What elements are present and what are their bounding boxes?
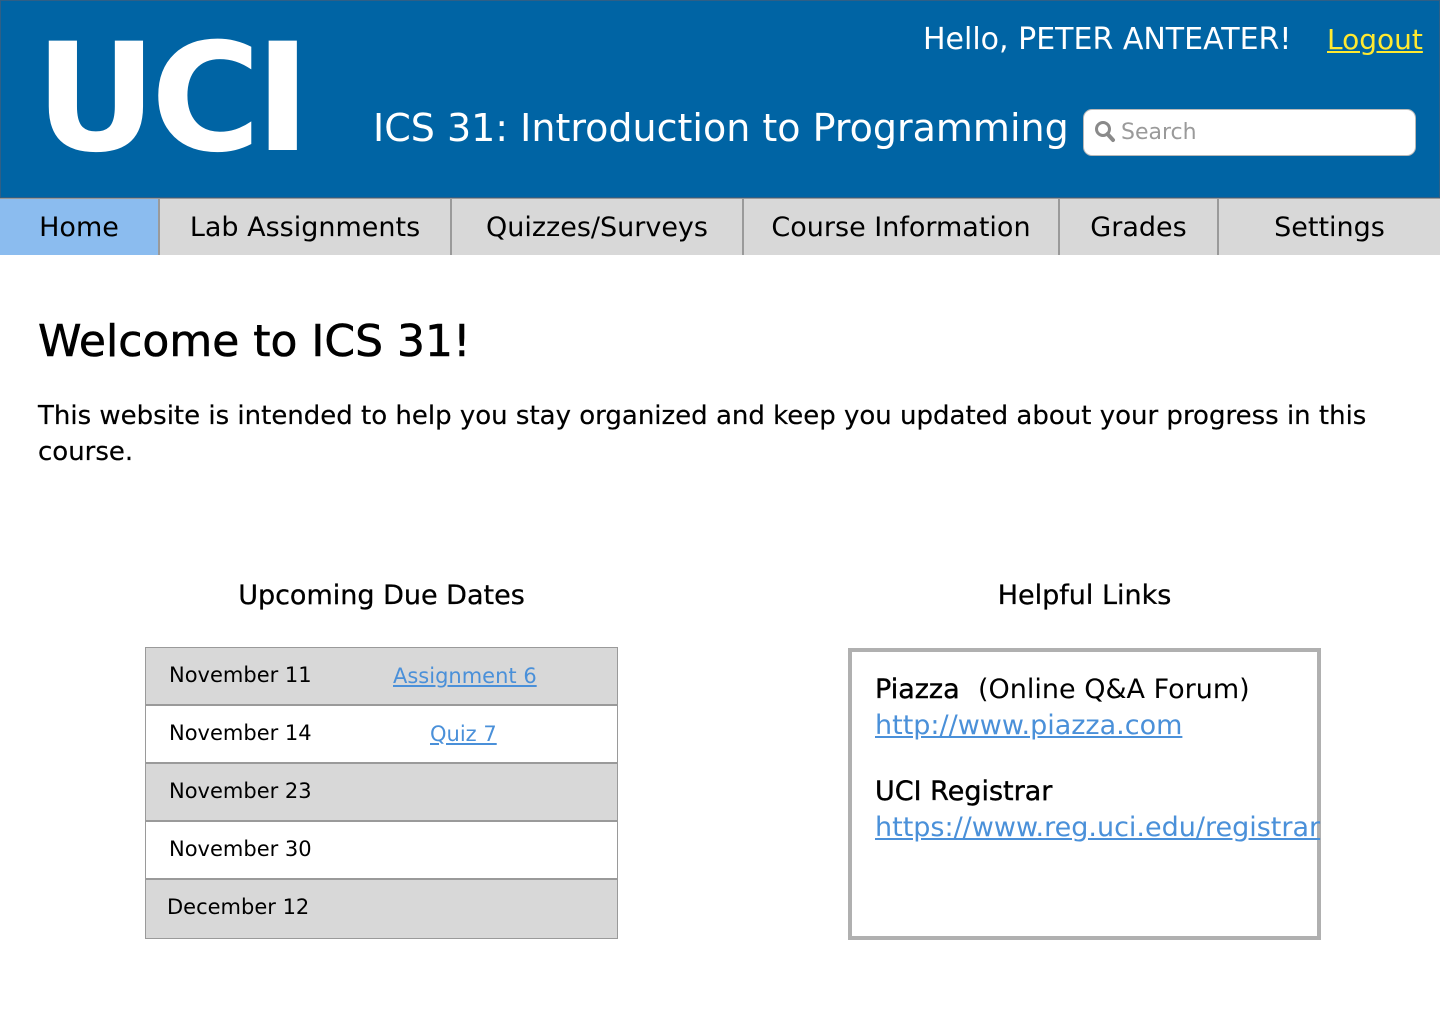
tab-lab-assignments[interactable]: Lab Assignments — [160, 198, 452, 255]
due-date: November 30 — [169, 837, 312, 861]
table-row: November 14 Quiz 7 — [146, 706, 617, 764]
table-row: November 30 — [146, 822, 617, 880]
tab-grades[interactable]: Grades — [1060, 198, 1219, 255]
due-date: November 14 — [169, 721, 312, 745]
due-date: November 23 — [169, 779, 312, 803]
table-row: December 12 — [146, 880, 617, 938]
site-header: UCI ICS 31: Introduction to Programming … — [0, 0, 1440, 198]
intro-text: This website is intended to help you sta… — [38, 401, 1367, 467]
due-dates-title: Upcoming Due Dates — [238, 580, 525, 611]
welcome-heading: Welcome to ICS 31! — [38, 316, 471, 368]
due-date: November 11 — [169, 663, 312, 687]
user-greeting: Hello, PETER ANTEATER! — [923, 22, 1292, 57]
search-input[interactable]: Search — [1083, 109, 1416, 156]
main-nav: Home Lab Assignments Quizzes/Surveys Cou… — [0, 198, 1440, 255]
tab-home[interactable]: Home — [0, 198, 160, 255]
piazza-link[interactable]: http://www.piazza.com — [875, 708, 1182, 744]
due-date: December 12 — [167, 895, 310, 919]
helpful-links-box: Piazza (Online Q&A Forum) http://www.pia… — [848, 648, 1321, 940]
registrar-link[interactable]: https://www.reg.uci.edu/registrar — [875, 810, 1320, 846]
table-row: November 23 — [146, 764, 617, 822]
search-icon — [1094, 120, 1116, 144]
piazza-description: (Online Q&A Forum) — [978, 674, 1250, 705]
piazza-name: Piazza — [875, 674, 960, 705]
table-row: November 11 Assignment 6 — [146, 648, 617, 706]
uci-logo[interactable]: UCI — [35, 9, 311, 189]
due-dates-table: November 11 Assignment 6 November 14 Qui… — [145, 647, 618, 939]
assignment-link[interactable]: Assignment 6 — [393, 662, 537, 690]
search-placeholder: Search — [1121, 120, 1197, 145]
tab-quizzes-surveys[interactable]: Quizzes/Surveys — [452, 198, 744, 255]
tab-course-information[interactable]: Course Information — [744, 198, 1060, 255]
logout-link[interactable]: Logout — [1327, 21, 1423, 59]
quiz-link[interactable]: Quiz 7 — [430, 720, 497, 748]
helpful-links-title: Helpful Links — [997, 580, 1172, 611]
registrar-name: UCI Registrar — [875, 776, 1053, 807]
tab-settings[interactable]: Settings — [1219, 198, 1440, 255]
course-title: ICS 31: Introduction to Programming — [373, 106, 1069, 150]
